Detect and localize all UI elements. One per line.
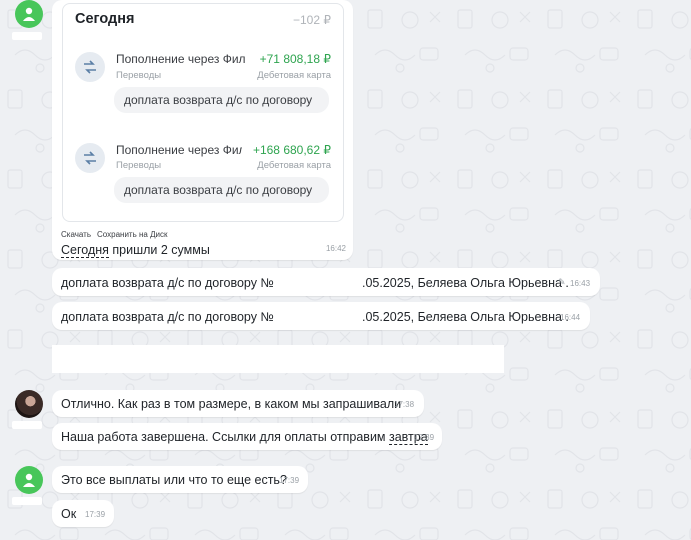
message-time: 16:44 [560, 313, 581, 322]
message-time: 16:42 [325, 244, 346, 253]
card-title: Сегодня [75, 11, 135, 27]
message-bubble[interactable]: доплата возврата д/с по договору № .05.2… [52, 268, 600, 296]
caption-date-link[interactable]: Сегодня [61, 243, 109, 258]
caption-text: пришли 2 суммы [108, 243, 210, 257]
transaction-title: Пополнение через Фил [116, 52, 246, 66]
message-bubble[interactable]: Это все выплаты или что то еще есть? 17:… [52, 466, 308, 493]
message-text: Это все выплаты или что то еще есть? [61, 473, 287, 487]
transaction-category: Переводы [116, 160, 162, 171]
sender-name-redacted [12, 497, 42, 505]
transfer-icon [75, 143, 105, 173]
message-time: 17:39 [279, 476, 300, 485]
pencil-icon: ✎ [558, 277, 566, 287]
message-time: 17:39 [414, 433, 435, 442]
message-text-end: .05.2025, Беляева Ольга Юрьевна . [362, 276, 569, 290]
message-text-start: Наша работа завершена. Ссылки для оплаты… [61, 430, 389, 444]
transaction-source: Дебетовая карта [257, 70, 331, 81]
message-bubble[interactable]: Наша работа завершена. Ссылки для оплаты… [52, 423, 442, 450]
message-bubble[interactable]: доплата возврата д/с по договору № .05.2… [52, 302, 590, 330]
message-bubble[interactable]: Ок 17:39 [52, 500, 114, 527]
message-text: Ок [61, 507, 77, 521]
transaction-amount: +71 808,18 ₽ [259, 52, 331, 66]
transaction-category: Переводы [116, 70, 162, 81]
sender-avatar[interactable] [15, 466, 43, 494]
redacted-block [52, 345, 504, 373]
message-text-start: доплата возврата д/с по договору № [61, 276, 274, 290]
message-time: 16:43 [570, 279, 591, 288]
message-text: Отлично. Как раз в том размере, в каком … [61, 397, 402, 411]
file-actions: Скачать Сохранить на Диск [61, 224, 173, 242]
person-icon [23, 473, 35, 487]
message-time: 17:38 [394, 400, 415, 409]
transaction-title: Пополнение через Фил [116, 143, 242, 157]
transfer-icon [75, 52, 105, 82]
card-total: −102 ₽ [293, 13, 331, 27]
user-name-redacted [12, 421, 42, 429]
message-bubble[interactable]: Отлично. Как раз в том размере, в каком … [52, 390, 424, 417]
transaction-amount: +168 680,62 ₽ [252, 143, 331, 157]
transaction-note: доплата возврата д/с по договору [114, 87, 329, 113]
message-text-start: доплата возврата д/с по договору № [61, 310, 274, 324]
save-to-disk-link[interactable]: Сохранить на Диск [97, 230, 167, 239]
sender-name-redacted [12, 32, 42, 40]
person-icon [23, 7, 35, 21]
download-link[interactable]: Скачать [61, 230, 91, 239]
card-caption: Сегодня пришли 2 суммы 16:42 [61, 241, 346, 259]
sender-avatar[interactable] [15, 0, 43, 28]
message-text-end: .05.2025, Беляева Ольга Юрьевна . [362, 310, 569, 324]
message-time: 17:39 [85, 510, 106, 519]
message-text: Наша работа завершена. Ссылки для оплаты… [61, 430, 428, 445]
transactions-card[interactable]: Сегодня −102 ₽ Пополнение через Фил +71 … [62, 3, 344, 222]
user-photo-avatar[interactable] [15, 390, 43, 418]
transaction-note: доплата возврата д/с по договору [114, 177, 329, 203]
transaction-source: Дебетовая карта [257, 160, 331, 171]
